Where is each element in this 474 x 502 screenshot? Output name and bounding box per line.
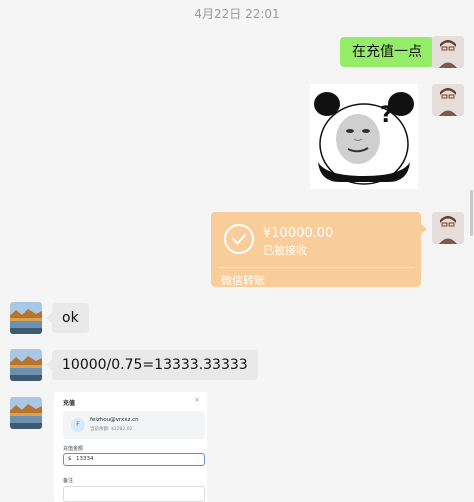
my-avatar[interactable] xyxy=(432,212,464,244)
contact-avatar[interactable] xyxy=(10,397,42,429)
remark-label: 备注 xyxy=(63,478,74,484)
screenshot-image[interactable]: 充值 × F feizhou@vrxxz.cn 当前余额: $1282.02 充… xyxy=(54,392,207,502)
amount-value: 13334 xyxy=(76,456,94,462)
panda-meme-sticker: ? xyxy=(310,84,418,189)
message-text: 在充值一点 xyxy=(352,44,422,60)
transfer-status: 已被接收 xyxy=(263,244,307,257)
transfer-amount: ¥10000.00 xyxy=(263,226,334,241)
transfer-footer: 微信转账 xyxy=(221,274,265,287)
contact-avatar[interactable] xyxy=(10,349,42,381)
message-text: ok xyxy=(62,310,79,326)
account-card: F feizhou@vrxxz.cn 当前余额: $1282.02 xyxy=(63,411,205,439)
currency-symbol: $ xyxy=(68,456,72,462)
sticker-image[interactable]: ? xyxy=(310,84,418,189)
contact-avatar[interactable] xyxy=(10,302,42,334)
avatar-image xyxy=(432,84,464,116)
sticker-question-mark: ? xyxy=(380,103,393,128)
recharge-dialog-title: 充值 xyxy=(63,400,76,407)
landscape-avatar-image xyxy=(10,397,42,429)
incoming-message-bubble[interactable]: 10000/0.75=13333.33333 xyxy=(46,350,258,380)
incoming-message-bubble[interactable]: ok xyxy=(46,303,89,333)
avatar-image xyxy=(432,212,464,244)
amount-field: $ 13334 xyxy=(63,453,205,466)
transfer-card[interactable]: ¥10000.00 已被接收 微信转账 xyxy=(211,212,427,287)
account-balance: 当前余额: $1282.02 xyxy=(90,427,133,432)
close-icon: × xyxy=(194,396,200,404)
message-timestamp: 4月22日 22:01 xyxy=(194,7,280,21)
transfer-divider xyxy=(217,267,415,268)
message-text: 10000/0.75=13333.33333 xyxy=(62,357,248,373)
my-avatar[interactable] xyxy=(432,84,464,116)
landscape-avatar-image xyxy=(10,349,42,381)
account-avatar: F xyxy=(71,418,85,432)
amount-label: 充值金额 xyxy=(63,446,84,452)
check-circle-icon xyxy=(224,224,254,254)
account-email: feizhou@vrxxz.cn xyxy=(90,417,139,423)
avatar-image xyxy=(432,36,464,68)
my-avatar[interactable] xyxy=(432,36,464,68)
scrollbar-thumb[interactable] xyxy=(470,190,473,236)
outgoing-message-bubble[interactable]: 在充值一点 xyxy=(340,37,440,67)
landscape-avatar-image xyxy=(10,302,42,334)
